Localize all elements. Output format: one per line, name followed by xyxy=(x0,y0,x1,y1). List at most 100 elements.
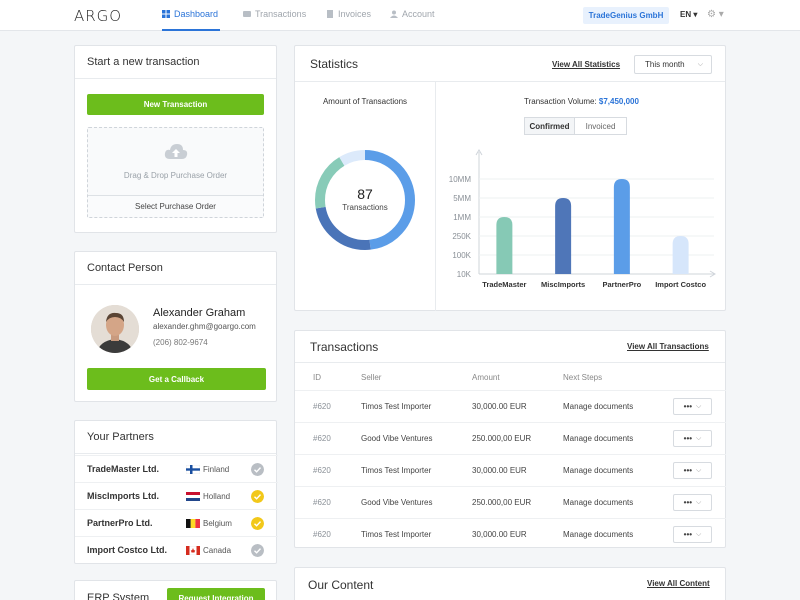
dropzone-label: Drag & Drop Purchase Order xyxy=(123,171,228,180)
row-actions-button[interactable]: ••• ⌵ xyxy=(673,494,712,511)
partner-country: Canada xyxy=(203,545,232,555)
period-select-value: This month xyxy=(645,60,685,69)
verified-badge-icon xyxy=(251,516,264,530)
partner-row[interactable]: Import Costco Ltd. Canada xyxy=(75,536,278,563)
statistics-card: Statistics View All Statistics This mont… xyxy=(294,45,726,311)
dashboard-icon xyxy=(162,10,170,18)
transactions-icon xyxy=(243,11,251,17)
new-transaction-card: Start a new transaction New Transaction … xyxy=(74,45,277,233)
transaction-next-steps: Manage documents xyxy=(563,466,634,475)
language-selector[interactable]: EN ▾ xyxy=(680,10,697,19)
contact-email[interactable]: alexander.ghm@goargo.com xyxy=(153,322,256,331)
chevron-down-icon: ⌵ xyxy=(696,530,702,538)
nav-transactions[interactable]: Transactions xyxy=(243,9,306,19)
partner-country: Finland xyxy=(203,464,230,474)
user-icon xyxy=(390,10,398,18)
app-logo[interactable]: ARGO xyxy=(74,7,122,25)
y-tick-label: 1MM xyxy=(453,213,471,222)
row-actions-button[interactable]: ••• ⌵ xyxy=(673,526,712,543)
partner-name: TradeMaster Ltd. xyxy=(87,464,160,474)
row-actions-button[interactable]: ••• ⌵ xyxy=(673,398,712,415)
verified-badge-icon xyxy=(251,462,264,476)
partner-country: Belgium xyxy=(203,518,232,528)
partner-name: PartnerPro Ltd. xyxy=(87,518,153,528)
nav-active-indicator xyxy=(162,29,220,31)
belgium-flag-icon xyxy=(186,518,200,528)
transaction-seller: Good Vibe Ventures xyxy=(361,498,433,507)
transaction-next-steps: Manage documents xyxy=(563,402,634,411)
chevron-down-icon: ⌵ xyxy=(696,498,702,506)
x-tick-label: PartnerPro xyxy=(602,280,641,289)
y-tick-label: 10K xyxy=(457,270,472,279)
row-actions-button[interactable]: ••• ⌵ xyxy=(673,462,712,479)
toggle-invoiced[interactable]: Invoiced xyxy=(574,117,627,135)
transaction-amount: 30,000.00 EUR xyxy=(472,530,527,539)
donut-label: Transactions xyxy=(342,203,388,212)
view-all-transactions-link[interactable]: View All Transactions xyxy=(627,342,709,351)
partner-row[interactable]: TradeMaster Ltd. Finland xyxy=(75,455,278,482)
company-switcher[interactable]: TradeGenius GmbH xyxy=(583,7,669,24)
new-transaction-button[interactable]: New Transaction xyxy=(87,94,264,115)
toggle-confirmed[interactable]: Confirmed xyxy=(524,117,575,135)
column-header[interactable]: Next Steps xyxy=(563,373,602,382)
nav-invoices[interactable]: Invoices xyxy=(326,9,371,19)
transaction-id[interactable]: #620 xyxy=(313,466,331,475)
transactions-title: Transactions xyxy=(310,339,379,354)
bar[interactable] xyxy=(672,236,689,274)
more-icon: ••• xyxy=(683,530,693,539)
period-select[interactable]: This month ⌵ xyxy=(634,55,712,74)
volume-label: Transaction Volume: xyxy=(524,97,597,106)
transactions-card: Transactions View All Transactions ID Se… xyxy=(294,330,726,548)
table-row[interactable]: #620 Timos Test Importer 30,000.00 EUR Mana… xyxy=(295,518,726,550)
x-tick-label: TradeMaster xyxy=(482,280,526,289)
view-all-statistics-link[interactable]: View All Statistics xyxy=(552,60,620,69)
gear-icon[interactable]: ⚙ ▾ xyxy=(707,9,724,20)
more-icon: ••• xyxy=(683,434,693,443)
transaction-seller: Timos Test Importer xyxy=(361,466,432,475)
content-title: Our Content xyxy=(308,578,374,592)
transaction-id[interactable]: #620 xyxy=(313,498,331,507)
table-row[interactable]: #620 Good Vibe Ventures 250.000,00 EUR Mana… xyxy=(295,422,726,454)
chevron-down-icon: ⌵ xyxy=(697,60,703,68)
contact-header: Contact Person xyxy=(75,252,276,285)
transaction-id[interactable]: #620 xyxy=(313,402,331,411)
transaction-amount: 250.000,00 EUR xyxy=(472,498,532,507)
view-all-content-link[interactable]: View All Content xyxy=(647,579,710,588)
request-integration-button[interactable]: Request Integration xyxy=(167,588,265,600)
partner-row[interactable]: PartnerPro Ltd. Belgium xyxy=(75,509,278,536)
select-purchase-order-button[interactable]: Select Purchase Order xyxy=(88,195,263,217)
get-callback-button[interactable]: Get a Callback xyxy=(87,368,266,390)
y-tick-label: 5MM xyxy=(453,194,471,203)
finland-flag-icon xyxy=(186,464,200,474)
bar[interactable] xyxy=(613,179,630,274)
bar[interactable] xyxy=(496,217,513,274)
contact-phone[interactable]: (206) 802-9674 xyxy=(153,338,208,347)
transaction-seller: Timos Test Importer xyxy=(361,530,432,539)
column-header[interactable]: Amount xyxy=(472,373,500,382)
row-actions-button[interactable]: ••• ⌵ xyxy=(673,430,712,447)
transaction-seller: Good Vibe Ventures xyxy=(361,434,433,443)
y-tick-label: 100K xyxy=(452,251,471,260)
purchase-order-dropzone[interactable]: Drag & Drop Purchase Order Select Purcha… xyxy=(87,127,264,218)
transaction-next-steps: Manage documents xyxy=(563,434,634,443)
verified-badge-icon xyxy=(251,489,264,503)
bar[interactable] xyxy=(555,198,572,274)
content-card: Our Content View All Content xyxy=(294,567,726,600)
volume-bar-chart: 10K 100K 250K 1MM 5MM 10MM TradeMaster MiscImpo… xyxy=(449,149,716,289)
table-row[interactable]: #620 Timos Test Importer 30,000.00 EUR Mana… xyxy=(295,454,726,486)
new-transaction-title: Start a new transaction xyxy=(87,56,200,68)
column-header[interactable]: Seller xyxy=(361,373,381,382)
partner-row[interactable]: MiscImports Ltd. Holland xyxy=(75,482,278,509)
table-row[interactable]: #620 Timos Test Importer 30,000.00 EUR Mana… xyxy=(295,390,726,422)
column-header[interactable]: ID xyxy=(313,373,321,382)
transaction-id[interactable]: #620 xyxy=(313,530,331,539)
x-tick-label: Import Costco xyxy=(655,280,706,289)
table-row[interactable]: #620 Good Vibe Ventures 250.000,00 EUR Mana… xyxy=(295,486,726,518)
nav-dashboard[interactable]: Dashboard xyxy=(162,9,218,19)
nav-account[interactable]: Account xyxy=(390,9,435,19)
statistics-title: Statistics xyxy=(310,56,359,71)
netherlands-flag-icon xyxy=(186,491,200,501)
transaction-id[interactable]: #620 xyxy=(313,434,331,443)
contact-name: Alexander Graham xyxy=(153,307,246,319)
nav-dashboard-label: Dashboard xyxy=(174,9,219,19)
